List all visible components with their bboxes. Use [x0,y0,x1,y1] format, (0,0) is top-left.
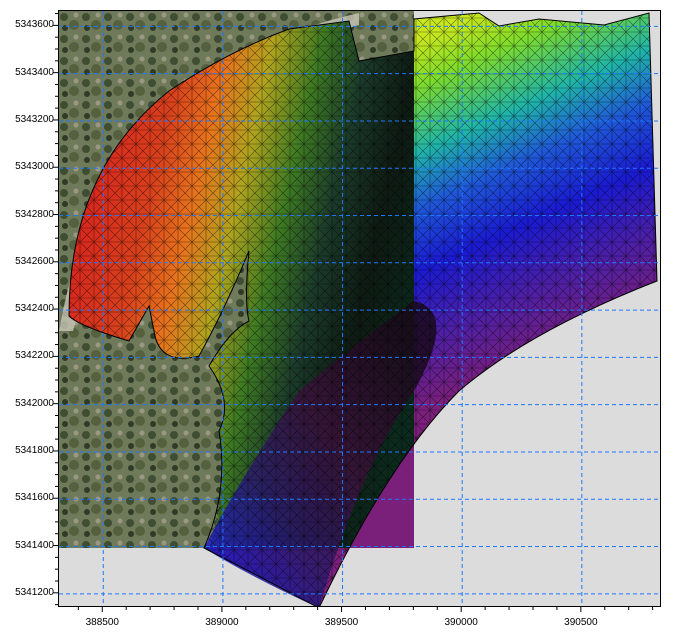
y-tick-label: 5341200 [15,586,54,598]
x-tick-label: 389500 [324,617,359,628]
y-tick-label: 5342800 [15,208,54,220]
y-tick-label: 5341800 [15,444,54,456]
y-tick-label: 5343400 [15,66,54,78]
y-tick-label: 5343600 [15,19,54,31]
y-tick-label: 5343000 [15,161,54,173]
y-tick-label: 5342400 [15,303,54,315]
map-canvas [59,11,660,606]
x-tick-label: 389000 [205,617,239,628]
y-tick-label: 5343200 [15,113,54,125]
y-tick-label: 5342200 [15,350,54,362]
y-tick-label: 5342000 [15,397,54,409]
x-tick-label: 388500 [85,617,119,628]
x-tick-label: 390000 [444,617,478,628]
y-tick-label: 5341400 [15,539,54,551]
map-plot-area [58,10,661,607]
y-tick-label: 5341600 [15,492,54,504]
y-tick-label: 5342600 [15,255,54,267]
x-tick-label: 390500 [564,617,598,628]
